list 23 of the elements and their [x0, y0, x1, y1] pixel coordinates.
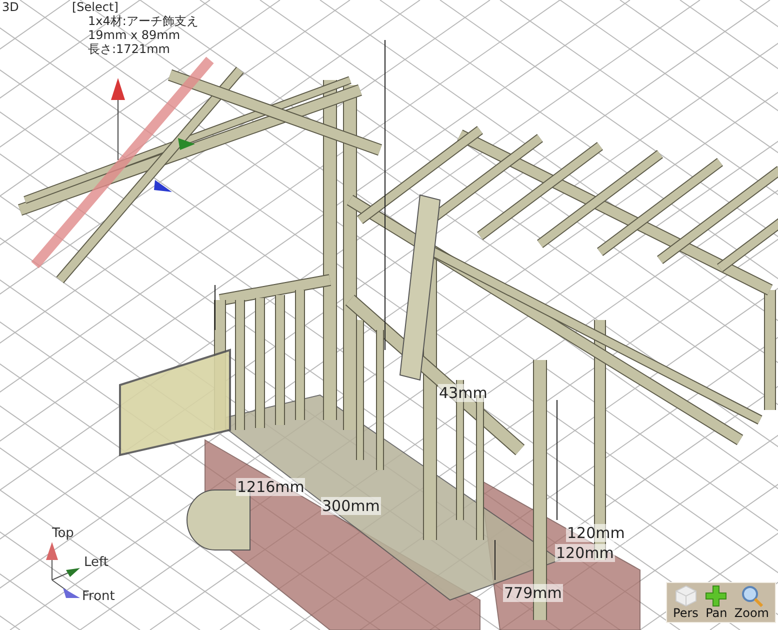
axis-label: Top — [52, 526, 74, 541]
view-button[interactable]: Pan — [702, 585, 730, 620]
dimension-line — [494, 540, 496, 580]
view-button[interactable]: Zoom — [732, 585, 771, 620]
selection-name: 1x4材:アーチ飾支え — [87, 14, 198, 28]
dimension-line — [214, 284, 216, 330]
dimension-label: 120mm — [566, 524, 626, 542]
dimension-label: 1216mm — [236, 478, 306, 496]
magnifier-icon — [740, 585, 764, 607]
selection-length: 長さ:1721mm — [87, 42, 171, 56]
selection-size: 19mm x 89mm — [87, 28, 182, 42]
axis-label: Front — [82, 589, 115, 604]
axis-triad-drawing — [46, 542, 80, 598]
view-button[interactable]: Pers — [671, 585, 700, 620]
dimension-label: 43mm — [438, 384, 488, 402]
cube-icon — [674, 585, 698, 607]
dimension-label: 779mm — [503, 584, 563, 602]
dimension-label: 120mm — [555, 544, 615, 562]
mode-label: [Select] — [72, 0, 120, 14]
dimension-label: 300mm — [321, 497, 381, 515]
axis-label: Left — [84, 555, 108, 570]
view-label: 3D — [2, 0, 20, 14]
plus-icon — [704, 585, 728, 607]
